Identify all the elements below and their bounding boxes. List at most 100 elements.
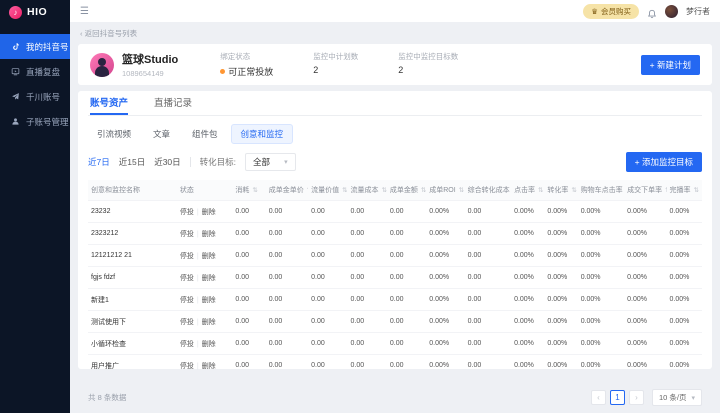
metric-cell: 0.00% [624,201,666,223]
metric-cell: 0.00 [308,245,347,267]
target-name-cell: 小循环检查 [88,333,177,355]
topbar: ☰ ♛ 会员购买 梦行者 [70,0,720,22]
column-header[interactable]: 成单金额 ⇅ [387,180,426,201]
pause-link[interactable]: 停投 [180,341,194,348]
delete-link[interactable]: 删除 [202,231,216,238]
column-header[interactable]: 转化率 ⇅ [544,180,577,201]
column-header[interactable]: 流量成本 ⇅ [347,180,386,201]
stat-value: 可正常投放 [220,65,273,78]
vip-badge[interactable]: ♛ 会员购买 [583,4,639,19]
main-tabs: 账号资产 直播记录 [88,91,702,116]
sub-tabs: 引流视频文章组件包创意和监控 [88,124,702,144]
user-avatar[interactable] [665,5,678,18]
delete-link[interactable]: 删除 [202,275,216,282]
breadcrumb-back-link[interactable]: ‹ 返回抖音号列表 [80,28,712,39]
column-header[interactable]: 消耗 ⇅ [232,180,265,201]
column-header[interactable]: 成交下单率 ⇅ [624,180,666,201]
column-header[interactable]: 点击率 ⇅ [511,180,544,201]
stat-label: 监控中计划数 [313,51,358,62]
delete-link[interactable]: 删除 [202,253,216,260]
add-monitor-target-button[interactable]: + 添加监控目标 [626,152,702,172]
column-header[interactable]: 流量价值 ⇅ [308,180,347,201]
divider [190,157,191,167]
divider: | [197,363,199,370]
prev-page-button[interactable]: ‹ [591,390,606,405]
column-header[interactable]: 综合转化成本 ⇅ [465,180,511,201]
sidebar-item-paper-plane[interactable]: 千川账号 [0,84,70,109]
status-cell: 停投|删除 [177,355,233,377]
metric-cell: 0.00 [308,201,347,223]
main-tab[interactable]: 直播记录 [154,91,192,115]
column-header: 状态 [177,180,233,201]
pause-link[interactable]: 停投 [180,231,194,238]
metric-cell: 0.00% [544,245,577,267]
collapse-menu-icon[interactable]: ☰ [80,6,89,17]
delete-link[interactable]: 删除 [202,319,216,326]
page-number-button[interactable]: 1 [610,390,625,405]
column-header[interactable]: 成单ROI ⇅ [426,180,464,201]
page-size-select[interactable]: 10 条/页 ▾ [652,389,702,406]
metric-cell: 0.00 [266,267,308,289]
next-page-button[interactable]: › [629,390,644,405]
sidebar-item-user[interactable]: 子账号管理 [0,109,70,134]
delete-link[interactable]: 删除 [202,341,216,348]
target-name-cell: fgjs fdzf [88,267,177,289]
sub-tab[interactable]: 引流视频 [88,125,140,143]
metric-cell: 0.00 [387,333,426,355]
metric-cell: 0.00 [232,355,265,377]
new-plan-button[interactable]: + 新建计划 [641,55,700,75]
metric-cell: 0.00% [624,333,666,355]
delete-link[interactable]: 删除 [202,209,216,216]
metric-cell: 0.00 [308,311,347,333]
sub-tab[interactable]: 创意和监控 [231,124,294,144]
sidebar-item-douyin-note[interactable]: 我的抖音号 [0,34,70,59]
douyin-note-icon [10,42,20,52]
divider: | [197,341,199,348]
target-name-cell: 2323212 [88,223,177,245]
logo-icon: ♪ [9,6,22,19]
table-header-row: 创意和监控名称状态消耗 ⇅成单金单价 ⇅流量价值 ⇅流量成本 ⇅成单金额 ⇅成单… [88,180,702,201]
main-tab[interactable]: 账号资产 [90,91,128,115]
goal-filter-select[interactable]: 全部 ▾ [245,153,296,171]
table-row: fgjs fdzf停投|删除0.000.000.000.000.000.00%0… [88,267,702,289]
metric-cell: 0.00% [511,201,544,223]
metric-cell: 0.00 [308,289,347,311]
column-header[interactable]: 完播率 ⇅ [667,180,702,201]
metric-cell: 0.00 [347,245,386,267]
delete-link[interactable]: 删除 [202,297,216,304]
sidebar-item-live-screen[interactable]: 直播复盘 [0,59,70,84]
stat-value-text: 2 [313,65,318,75]
pause-link[interactable]: 停投 [180,253,194,260]
sidebar-item-label: 我的抖音号 [26,41,69,53]
pause-link[interactable]: 停投 [180,363,194,370]
pause-link[interactable]: 停投 [180,209,194,216]
column-header[interactable]: 成单金单价 ⇅ [266,180,308,201]
bell-icon[interactable] [647,6,657,16]
pause-link[interactable]: 停投 [180,275,194,282]
metric-cell: 0.00 [266,201,308,223]
sub-tab[interactable]: 文章 [144,125,179,143]
column-header[interactable]: 购物车点击率 ⇅ [578,180,624,201]
date-range-option[interactable]: 近15日 [119,156,145,168]
pause-link[interactable]: 停投 [180,319,194,326]
delete-link[interactable]: 删除 [202,363,216,370]
sub-tab[interactable]: 组件包 [183,125,227,143]
table-row: 小循环检查停投|删除0.000.000.000.000.000.00%0.000… [88,333,702,355]
paper-plane-icon [10,92,20,102]
metric-cell: 0.00 [387,245,426,267]
metric-cell: 0.00 [266,333,308,355]
divider: | [197,297,199,304]
metric-cell: 0.00% [544,355,577,377]
status-cell: 停投|删除 [177,267,233,289]
metric-cell: 0.00% [624,289,666,311]
metric-cell: 0.00 [347,333,386,355]
account-avatar [90,53,114,77]
pause-link[interactable]: 停投 [180,297,194,304]
status-cell: 停投|删除 [177,223,233,245]
date-range-option[interactable]: 近30日 [154,156,180,168]
status-cell: 停投|删除 [177,201,233,223]
date-range-option[interactable]: 近7日 [88,156,110,168]
user-name[interactable]: 梦行者 [686,6,710,17]
divider: | [197,319,199,326]
metric-cell: 0.00% [578,289,624,311]
